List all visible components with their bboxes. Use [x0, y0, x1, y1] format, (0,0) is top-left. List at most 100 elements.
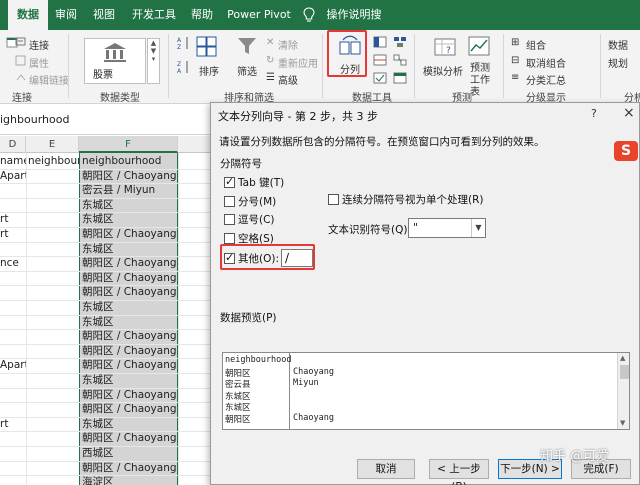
tab-tell-me-search[interactable]: 操作说明搜索	[322, 0, 386, 51]
column-header-d[interactable]: D	[0, 136, 26, 153]
consolidate-icon[interactable]	[393, 36, 407, 48]
chevron-down-icon[interactable]: ▼	[471, 219, 485, 237]
preview-scrollbar[interactable]: ▲ ▼	[617, 353, 629, 429]
data-analysis-button[interactable]: 数据	[608, 37, 628, 52]
what-if-analysis-button[interactable]: 模拟分析	[423, 63, 463, 78]
cell-f[interactable]: 朝阳区 / Chaoyang	[82, 431, 178, 446]
sort-descending-icon[interactable]: ZA	[177, 60, 191, 74]
tab-review[interactable]: 审阅	[50, 0, 82, 30]
cell-f[interactable]: 朝阳区 / Chaoyang	[82, 285, 178, 300]
reapply-button[interactable]: 重新应用	[278, 55, 318, 70]
text-qualifier-select[interactable]: " ▼	[408, 218, 486, 238]
cell-d[interactable]	[0, 315, 26, 330]
data-type-gallery-scroll[interactable]: ▲ ▼ ▾	[147, 38, 160, 84]
column-header-g[interactable]	[178, 136, 212, 153]
back-button[interactable]: < 上一步(B)	[429, 459, 489, 485]
relationships-icon[interactable]	[393, 54, 407, 66]
tab-help[interactable]: 帮助	[186, 0, 218, 30]
cell-f[interactable]: 朝阳区 / Chaoyang	[82, 256, 178, 271]
cell-d[interactable]	[0, 446, 26, 461]
worksheet-grid[interactable]: D E F nameneighbourneighbourhood Apartmen…	[0, 136, 212, 485]
scroll-up-icon[interactable]: ▲	[620, 354, 625, 362]
cell-d[interactable]	[0, 373, 26, 388]
cell-f[interactable]: 东城区	[82, 373, 178, 388]
cell-f[interactable]: 朝阳区 / Chaoyang	[82, 169, 178, 184]
cell-d[interactable]	[0, 402, 26, 417]
data-validation-icon[interactable]	[373, 72, 387, 84]
tab-view[interactable]: 视图	[88, 0, 120, 30]
comma-checkbox[interactable]	[224, 214, 235, 225]
cell-f[interactable]: 朝阳区 / Chaoyang	[82, 329, 178, 344]
filter-button[interactable]: 筛选	[237, 63, 257, 78]
properties-button[interactable]: 属性	[29, 55, 49, 70]
column-header-e[interactable]: E	[26, 136, 79, 153]
advanced-filter-button[interactable]: 高级	[278, 72, 298, 87]
cell-f[interactable]: 朝阳区 / Chaoyang	[82, 227, 178, 242]
cell-d[interactable]: rt	[0, 212, 26, 227]
cell-d[interactable]: Apartments	[0, 169, 26, 184]
edit-links-button[interactable]: 编辑链接	[29, 72, 69, 87]
cell-d[interactable]: rt	[0, 227, 26, 242]
cell-f[interactable]: 朝阳区 / Chaoyang	[82, 358, 178, 373]
cell-f[interactable]: 东城区	[82, 417, 178, 432]
cell-f[interactable]: 朝阳区 / Chaoyang	[82, 344, 178, 359]
cell-d[interactable]	[0, 344, 26, 359]
remove-duplicates-icon[interactable]	[373, 54, 387, 66]
cell-f[interactable]: 东城区	[82, 315, 178, 330]
sort-ascending-icon[interactable]: AZ	[177, 36, 191, 50]
tab-developer[interactable]: 开发工具	[128, 0, 180, 30]
semicolon-checkbox[interactable]	[224, 196, 235, 207]
cell-f[interactable]: 东城区	[82, 198, 178, 213]
clear-filter-button[interactable]: 清除	[278, 37, 298, 52]
cell-d[interactable]	[0, 183, 26, 198]
cell-f[interactable]: 密云县 / Miyun	[82, 183, 178, 198]
cell-d[interactable]: rt	[0, 417, 26, 432]
tab-checkbox[interactable]	[224, 175, 235, 188]
cell-f[interactable]: 东城区	[82, 212, 178, 227]
data-preview-pane[interactable]: neighbourhood 朝阳区 Chaoyang 密云县 Miyun 东城区 东城区 朝阳…	[222, 352, 630, 430]
stocks-data-type-button[interactable]: 股票	[84, 38, 146, 84]
column-header-f[interactable]: F	[79, 136, 178, 153]
preview-scroll-thumb[interactable]	[620, 365, 629, 379]
cell-d[interactable]	[0, 461, 26, 476]
group-button[interactable]: 组合	[526, 37, 546, 52]
space-checkbox[interactable]	[224, 233, 235, 244]
semicolon-checkbox-label[interactable]: 分号(M)	[238, 194, 276, 209]
cell-f[interactable]: 海淀区	[82, 475, 178, 485]
cancel-button[interactable]: 取消	[357, 459, 415, 479]
close-button[interactable]: ×	[623, 105, 635, 121]
cell-f[interactable]: 东城区	[82, 300, 178, 315]
cell-d[interactable]	[0, 388, 26, 403]
cell-e[interactable]: neighbour	[28, 154, 79, 169]
tab-power-pivot[interactable]: Power Pivot	[226, 0, 292, 30]
cell-f[interactable]: 朝阳区 / Chaoyang	[82, 271, 178, 286]
cell-d[interactable]	[0, 431, 26, 446]
cell-d[interactable]	[0, 475, 26, 485]
cell-f[interactable]: neighbourhood	[82, 154, 178, 169]
cell-d[interactable]: name	[0, 154, 26, 169]
flash-fill-icon[interactable]	[373, 36, 387, 48]
manage-data-model-icon[interactable]	[393, 72, 407, 84]
comma-checkbox-label[interactable]: 逗号(C)	[238, 212, 275, 227]
ungroup-button[interactable]: 取消组合	[526, 55, 566, 70]
cell-d[interactable]: Apartments	[0, 358, 26, 373]
consecutive-delimiters-checkbox[interactable]	[328, 194, 339, 205]
cell-f[interactable]: 东城区	[82, 242, 178, 257]
subtotal-button[interactable]: 分类汇总	[526, 72, 566, 87]
cell-f[interactable]: 朝阳区 / Chaoyang	[82, 402, 178, 417]
solver-button[interactable]: 规划	[608, 55, 628, 70]
scroll-down-icon[interactable]: ▼	[620, 419, 625, 427]
sort-button[interactable]: 排序	[199, 63, 219, 78]
cell-d[interactable]	[0, 329, 26, 344]
cell-d[interactable]	[0, 300, 26, 315]
cell-f[interactable]: 朝阳区 / Chaoyang	[82, 388, 178, 403]
connections-button[interactable]: 连接	[29, 37, 49, 52]
tab-data[interactable]: 数据	[8, 0, 48, 30]
consecutive-delimiters-label[interactable]: 连续分隔符号视为单个处理(R)	[342, 192, 484, 207]
cell-d[interactable]	[0, 198, 26, 213]
cell-d[interactable]: nce	[0, 256, 26, 271]
cell-d[interactable]	[0, 271, 26, 286]
tab-checkbox-label[interactable]: Tab 键(T)	[238, 175, 284, 190]
cell-d[interactable]	[0, 242, 26, 257]
help-button[interactable]: ?	[591, 107, 597, 120]
